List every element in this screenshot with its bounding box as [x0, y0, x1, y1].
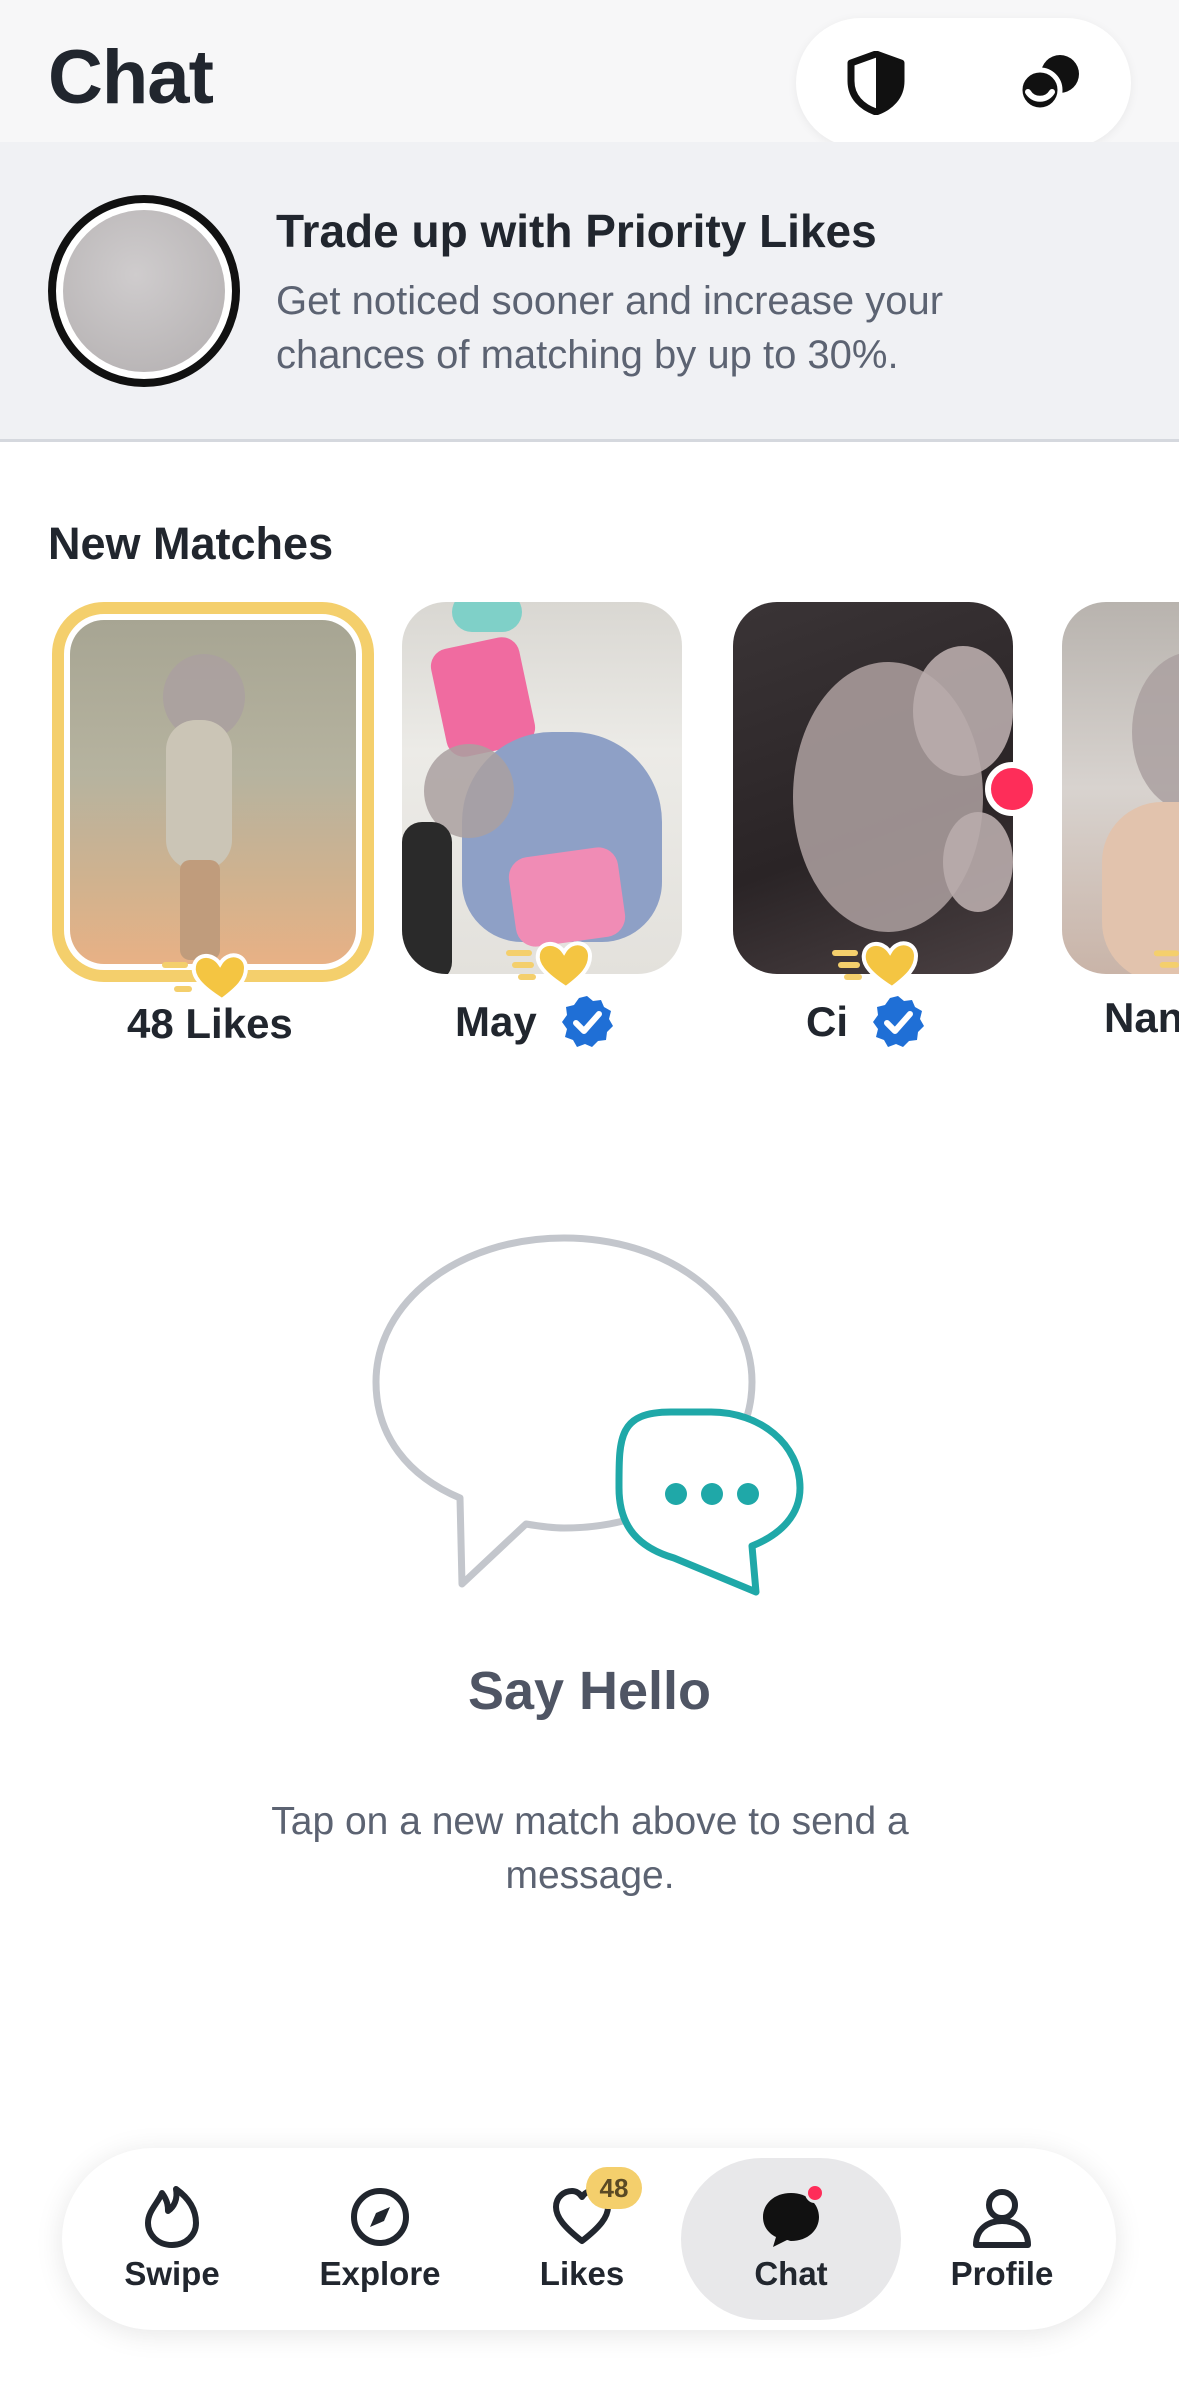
- safety-shield-button[interactable]: [836, 43, 916, 123]
- empty-state-title: Say Hello: [467, 1661, 712, 1721]
- avatar-placeholder: [63, 210, 225, 372]
- match-name-may: May: [455, 994, 615, 1050]
- promo-avatar: [48, 195, 240, 387]
- nav-item-swipe[interactable]: Swipe: [76, 2158, 268, 2320]
- likes-card[interactable]: [52, 602, 374, 982]
- new-matches-heading: New Matches: [48, 518, 334, 569]
- person-shape: [402, 822, 452, 974]
- match-name-label: Ci: [806, 998, 848, 1045]
- promo-subtitle: Get noticed sooner and increase your cha…: [276, 279, 944, 377]
- empty-state-subtitle: Tap on a new match above to send a messa…: [271, 1800, 909, 1897]
- nav-item-likes[interactable]: 48 Likes: [482, 2158, 682, 2320]
- shield-icon: [847, 51, 905, 115]
- page-title: Chat: [48, 35, 214, 120]
- likes-icon-wrap: 48: [550, 2167, 642, 2249]
- blurred-face: [943, 812, 1013, 912]
- nav-label: Chat: [754, 2255, 828, 2292]
- unread-dot: [985, 762, 1039, 816]
- message-filter-button[interactable]: [1011, 43, 1091, 123]
- nav-item-chat[interactable]: Chat: [681, 2158, 901, 2320]
- likes-label: 48 Likes: [127, 1000, 293, 1047]
- nav-label: Explore: [319, 2255, 441, 2292]
- heart-speed-icon: [506, 941, 593, 991]
- likes-count-badge: 48: [586, 2167, 642, 2209]
- header: Chat: [0, 0, 1179, 148]
- match-name-nan: Nan: [1104, 994, 1179, 1042]
- person-icon: [973, 2189, 1031, 2248]
- chat-unread-dot: [805, 2183, 825, 2203]
- match-photo: [733, 602, 1013, 974]
- nav-label: Likes: [539, 2255, 625, 2292]
- chat-bubbles-illustration: [372, 1234, 804, 1596]
- verified-badge-icon: [561, 996, 613, 1047]
- toggle-icon: [1018, 55, 1079, 113]
- heart-speed-icon: [1153, 950, 1179, 968]
- verified-badge-icon: [873, 996, 924, 1047]
- heart-speed-icon: [162, 953, 249, 1003]
- match-card-may[interactable]: [402, 602, 682, 974]
- nav-label: Profile: [950, 2255, 1054, 2292]
- teal-star-shape: [452, 602, 522, 632]
- likes-count-label: 48 Likes: [127, 1000, 293, 1048]
- likes-card-photo: [70, 620, 356, 964]
- flame-icon: [145, 2186, 199, 2248]
- chat-icon-wrap: [759, 2183, 825, 2249]
- promo-title: Trade up with Priority Likes: [276, 205, 877, 257]
- figure-shape: [166, 720, 232, 870]
- nav-label: Swipe: [124, 2255, 220, 2292]
- match-name-label: May: [455, 998, 537, 1045]
- compass-icon: [351, 2188, 409, 2246]
- match-name-ci: Ci: [806, 994, 926, 1050]
- blurred-face: [913, 646, 1013, 776]
- header-actions: [796, 18, 1131, 148]
- match-photo: [1062, 602, 1179, 974]
- match-card-nan[interactable]: [1062, 602, 1179, 974]
- priority-likes-banner[interactable]: Trade up with Priority Likes Get noticed…: [0, 142, 1179, 442]
- blurred-face: [1132, 652, 1179, 812]
- heart-speed-icon: [832, 941, 919, 991]
- nav-item-profile[interactable]: Profile: [902, 2158, 1102, 2320]
- match-name-label: Nan: [1104, 994, 1179, 1041]
- nav-item-explore[interactable]: Explore: [276, 2158, 484, 2320]
- match-card-ci[interactable]: [733, 602, 1013, 974]
- bottom-nav: Swipe Explore 48 Likes Chat Profile: [62, 2148, 1116, 2330]
- match-photo: [402, 602, 682, 974]
